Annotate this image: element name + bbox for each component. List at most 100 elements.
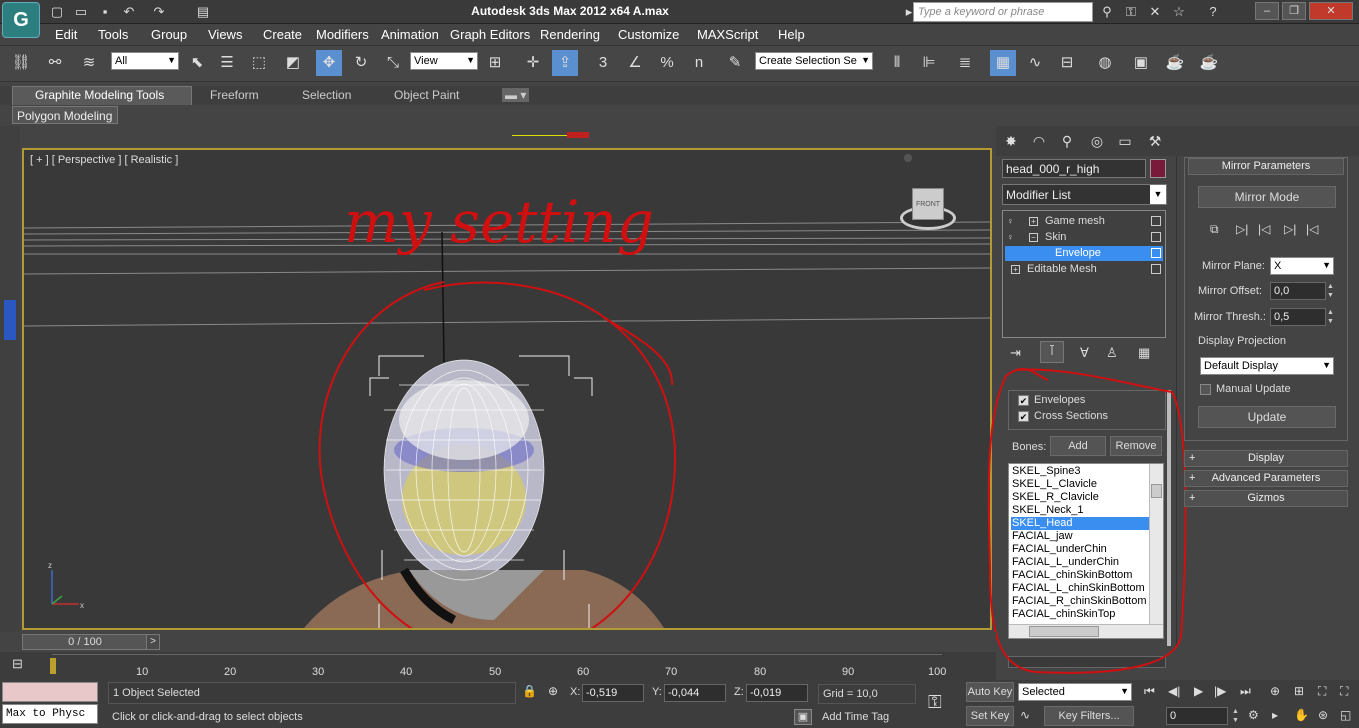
menu-group[interactable]: Group	[151, 27, 187, 42]
configure-modifier-sets-icon[interactable]: ▦	[1138, 345, 1150, 361]
edit-named-selection-icon[interactable]: ✎	[722, 50, 748, 76]
save-icon[interactable]: ▪	[96, 3, 114, 21]
spinner-snap-icon[interactable]: n	[686, 50, 712, 76]
render-production-icon[interactable]: ☕	[1196, 50, 1222, 76]
utilities-tab-icon[interactable]: ⚒	[1142, 130, 1168, 154]
undo-icon[interactable]: ↶	[120, 3, 138, 21]
spinner-icon[interactable]: ▲ ▼	[1232, 707, 1239, 725]
maximize-button[interactable]: ❐	[1282, 2, 1306, 20]
isolate-toggle-icon[interactable]: ▣	[794, 709, 812, 725]
set-key-button[interactable]: Set Key	[966, 706, 1014, 726]
make-unique-icon[interactable]: ∀	[1080, 345, 1089, 361]
menu-maxscript[interactable]: MAXScript	[697, 27, 758, 42]
absolute-mode-icon[interactable]: ⊕	[548, 684, 558, 698]
rotate-icon[interactable]: ↻	[348, 50, 374, 76]
binoculars-icon[interactable]: ⚲	[1098, 3, 1116, 21]
selection-filter-dropdown[interactable]: All	[111, 52, 179, 70]
update-button[interactable]: Update	[1198, 406, 1336, 428]
y-coordinate-field[interactable]: -0,044	[664, 684, 726, 702]
search-input[interactable]: Type a keyword or phrase	[913, 2, 1093, 22]
object-color-swatch[interactable]	[1150, 159, 1166, 178]
angle-snap-icon[interactable]: ∠	[622, 50, 648, 76]
display-rollout-header[interactable]: + Display	[1184, 450, 1348, 467]
stack-item-game-mesh[interactable]: ♀ + Game mesh	[1005, 214, 1163, 229]
add-time-tag[interactable]: Add Time Tag	[822, 711, 889, 723]
next-frame-arrow-icon[interactable]: >	[146, 634, 160, 650]
menu-graph-editors[interactable]: Graph Editors	[450, 27, 530, 42]
mirror-thresh-field[interactable]: 0,5	[1270, 308, 1326, 326]
pan-hand-icon[interactable]: ✋	[1294, 708, 1309, 722]
redo-icon[interactable]: ↷	[150, 3, 168, 21]
go-to-start-icon[interactable]: ⏮	[1144, 684, 1155, 699]
scale-icon[interactable]: ⤡	[380, 50, 406, 76]
align-icon[interactable]: ⊫	[916, 50, 942, 76]
unlink-icon[interactable]: ⚯	[42, 50, 68, 76]
maxscript-listener-pink[interactable]	[2, 682, 98, 702]
motion-tab-icon[interactable]: ◎	[1084, 130, 1110, 154]
play-icon[interactable]: ▶	[1194, 684, 1203, 698]
auto-key-button[interactable]: Auto Key	[966, 682, 1014, 702]
paste-blue-to-green-verts-icon[interactable]: |◁	[1306, 222, 1318, 236]
mirror-paste-icon[interactable]: ⧉	[1210, 222, 1219, 237]
percent-snap-icon[interactable]: %	[654, 50, 680, 76]
advanced-parameters-rollout-header[interactable]: + Advanced Parameters	[1184, 470, 1348, 487]
open-file-icon[interactable]: ▭	[72, 3, 90, 21]
current-frame-field[interactable]: 0	[1166, 707, 1228, 725]
field-of-view-icon[interactable]: ▸	[1272, 708, 1278, 722]
graphite-toggle-icon[interactable]: ▦	[990, 50, 1016, 76]
tab-selection[interactable]: Selection	[302, 88, 351, 102]
comm-center-icon[interactable]: ✕	[1146, 3, 1164, 21]
favorites-star-icon[interactable]: ☆	[1170, 3, 1188, 21]
reference-coordinate-dropdown[interactable]: View	[410, 52, 478, 70]
zoom-extents-all-icon[interactable]: ⛶	[1340, 684, 1348, 699]
stack-item-editable-mesh[interactable]: + Editable Mesh	[1005, 262, 1163, 277]
stack-item-envelope[interactable]: Envelope	[1005, 246, 1163, 261]
show-end-result-icon[interactable]: ⊺	[1040, 341, 1064, 363]
mirror-offset-field[interactable]: 0,0	[1270, 282, 1326, 300]
minimize-button[interactable]: –	[1255, 2, 1279, 20]
spinner-icon[interactable]: ▲ ▼	[1327, 308, 1334, 326]
select-and-manipulate-icon[interactable]: ✛	[520, 50, 546, 76]
viewcube[interactable]: FRONT	[912, 188, 944, 220]
material-editor-icon[interactable]: ◍	[1092, 50, 1118, 76]
zoom-extents-icon[interactable]: ⛶	[1318, 684, 1326, 699]
tangent-curve-icon[interactable]: ∿	[1020, 708, 1030, 722]
ribbon-options-icon[interactable]: ▬ ▾	[502, 88, 530, 102]
schematic-view-icon[interactable]: ⊟	[1054, 50, 1080, 76]
current-frame-marker[interactable]	[50, 658, 56, 674]
maxscript-mini-listener[interactable]: Max to Physc	[2, 704, 98, 724]
menu-edit[interactable]: Edit	[55, 27, 77, 42]
layer-manager-icon[interactable]: ≣	[952, 50, 978, 76]
polygon-modeling-panel[interactable]: Polygon Modeling	[12, 106, 118, 124]
help-icon[interactable]: ?	[1204, 3, 1222, 21]
named-selection-set-dropdown[interactable]: Create Selection Se	[755, 52, 873, 70]
time-slider[interactable]: 0 / 100	[22, 634, 148, 650]
remove-modifier-icon[interactable]: ♙	[1106, 345, 1118, 361]
gizmos-rollout-header[interactable]: + Gizmos	[1184, 490, 1348, 507]
expand-icon[interactable]: +	[1029, 217, 1038, 226]
curve-editor-icon[interactable]: ∿	[1022, 50, 1048, 76]
expand-icon[interactable]: +	[1011, 265, 1020, 274]
modifier-list-dropdown[interactable]: Modifier List ▼	[1002, 184, 1167, 205]
pivot-center-icon[interactable]: ⊞	[482, 50, 508, 76]
z-coordinate-field[interactable]: -0,019	[746, 684, 808, 702]
snaps-toggle-icon[interactable]: 3	[590, 50, 616, 76]
mirror-plane-dropdown[interactable]: X	[1270, 257, 1334, 275]
time-config-icon[interactable]: ⚙	[1248, 708, 1259, 722]
tab-object-paint[interactable]: Object Paint	[394, 88, 459, 102]
key-icon[interactable]: ⚿	[1122, 3, 1140, 21]
paste-green-to-blue-verts-icon[interactable]: ▷|	[1284, 222, 1296, 236]
render-setup-icon[interactable]: ▣	[1128, 50, 1154, 76]
display-projection-dropdown[interactable]: Default Display	[1200, 357, 1334, 375]
menu-rendering[interactable]: Rendering	[540, 27, 600, 42]
modify-tab-icon[interactable]: ◠	[1026, 130, 1052, 154]
object-name-field[interactable]	[1002, 159, 1146, 178]
key-mode-dropdown[interactable]: Selected	[1018, 683, 1132, 701]
manual-update-checkbox[interactable]	[1200, 384, 1211, 395]
orbit-icon[interactable]: ⊛	[1318, 708, 1328, 722]
zoom-all-icon[interactable]: ⊞	[1294, 684, 1304, 698]
paste-blue-to-green-icon[interactable]: |◁	[1258, 222, 1270, 236]
light-bulb-icon[interactable]: ♀	[1007, 214, 1014, 229]
menu-customize[interactable]: Customize	[618, 27, 679, 42]
set-key-icon[interactable]: ⚿	[928, 692, 942, 713]
